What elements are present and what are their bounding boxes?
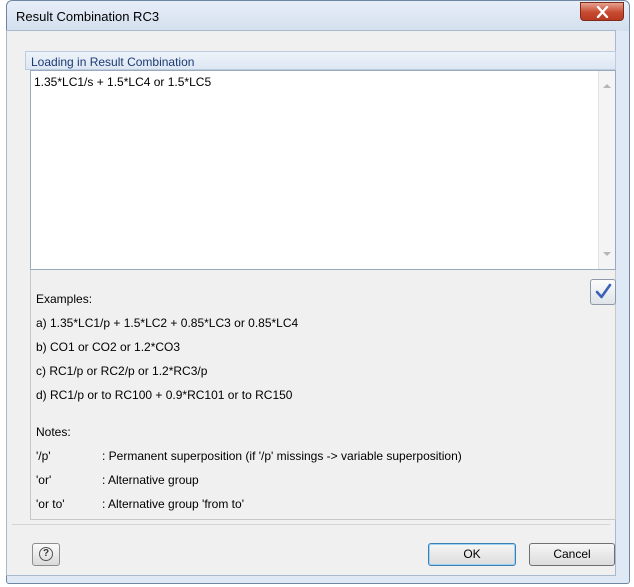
window-title: Result Combination RC3 (16, 9, 160, 24)
section-header-label: Loading in Result Combination (31, 55, 195, 69)
scroll-down-icon[interactable] (603, 252, 611, 256)
examples-heading: Examples: (36, 292, 93, 306)
example-item: b) CO1 or CO2 or 1.2*CO3 (36, 340, 181, 354)
button-bar (12, 524, 610, 571)
vertical-scrollbar[interactable] (598, 71, 615, 269)
scroll-up-icon[interactable] (603, 84, 611, 88)
title-bar[interactable]: Result Combination RC3 (7, 1, 629, 31)
help-icon: ? (39, 547, 53, 561)
combination-input[interactable]: 1.35*LC1/s + 1.5*LC4 or 1.5*LC5 (30, 70, 616, 270)
note-key: '/p' (36, 449, 51, 463)
example-item: a) 1.35*LC1/p + 1.5*LC2 + 0.85*LC3 or 0.… (36, 316, 299, 330)
ok-button[interactable]: OK (428, 543, 516, 566)
note-description: : Permanent superposition (if '/p' missi… (102, 449, 462, 463)
combination-input-value: 1.35*LC1/s + 1.5*LC4 or 1.5*LC5 (34, 75, 212, 89)
cancel-button[interactable]: Cancel (529, 543, 615, 566)
close-button[interactable] (580, 2, 624, 21)
close-icon (596, 6, 609, 18)
example-item: d) RC1/p or to RC100 + 0.9*RC101 or to R… (36, 388, 293, 402)
note-key: 'or' (36, 473, 52, 487)
notes-heading: Notes: (36, 425, 71, 439)
check-syntax-button[interactable] (590, 279, 616, 305)
note-description: : Alternative group (102, 473, 199, 487)
note-description: : Alternative group 'from to' (102, 497, 244, 511)
example-item: c) RC1/p or RC2/p or 1.2*RC3/p (36, 364, 208, 378)
check-icon (595, 283, 612, 299)
note-key: 'or to' (36, 497, 65, 511)
section-header: Loading in Result Combination (25, 51, 616, 70)
help-button[interactable]: ? (32, 543, 60, 566)
